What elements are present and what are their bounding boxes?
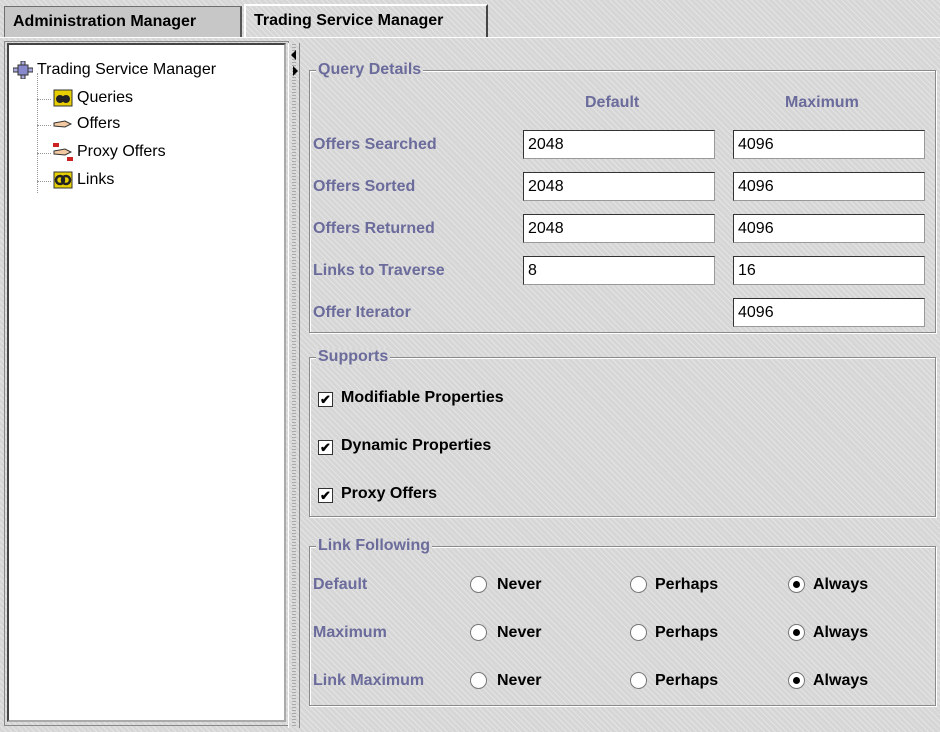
maximum-perhaps-radio[interactable] [630,624,647,641]
link-maximum-never-radio[interactable] [470,672,487,689]
tree-connector [37,125,51,126]
offers-returned-default-input[interactable]: 2048 [523,214,715,243]
default-always-radio[interactable] [788,576,805,593]
default-never-radio[interactable] [470,576,487,593]
offers-sorted-maximum-input[interactable]: 4096 [733,172,925,201]
offers-searched-default-input[interactable]: 2048 [523,130,715,159]
column-header-default: Default [585,94,640,111]
offers-hand-icon [53,120,73,128]
split-pane-divider[interactable] [288,43,300,728]
tree-connector [37,73,38,193]
radio-label: Perhaps [655,672,719,689]
network-icon [13,61,33,79]
radio-label: Always [813,672,869,689]
tree-item-label: Proxy Offers [77,143,166,160]
row-label: Maximum [313,624,387,641]
links-icon [53,171,73,189]
radio-label: Perhaps [655,576,719,593]
row-label: Link Maximum [313,672,425,689]
navigation-tree: Trading Service Manager Queries Offers P… [7,43,286,722]
row-label: Offers Searched [313,136,437,153]
proxy-offers-icon [53,143,73,161]
tab-trading-service-manager[interactable]: Trading Service Manager [244,4,488,37]
links-to-traverse-default-input[interactable]: 8 [523,256,715,285]
radio-label: Never [497,624,542,641]
proxy-offers-checkbox[interactable]: ✔ [318,488,333,503]
tree-item-label: Trading Service Manager [37,61,217,78]
queries-icon [53,89,73,107]
offers-searched-maximum-input[interactable]: 4096 [733,130,925,159]
tree-connector [37,181,51,182]
radio-label: Never [497,576,542,593]
dynamic-properties-checkbox[interactable]: ✔ [318,440,333,455]
default-perhaps-radio[interactable] [630,576,647,593]
tab-administration-manager[interactable]: Administration Manager [4,6,242,37]
tree-connector [37,99,51,100]
tree-item-offers[interactable]: Offers [53,115,120,133]
maximum-never-radio[interactable] [470,624,487,641]
checkbox-label: Proxy Offers [341,485,438,502]
link-maximum-always-radio[interactable] [788,672,805,689]
offer-iterator-maximum-input[interactable]: 4096 [733,298,925,327]
radio-label: Always [813,576,869,593]
tab-bar: Administration Manager Trading Service M… [0,0,940,37]
main-content: Trading Service Manager Queries Offers P… [0,37,940,732]
row-label: Offers Returned [313,220,435,237]
row-label: Offer Iterator [313,304,411,321]
offers-returned-maximum-input[interactable]: 4096 [733,214,925,243]
row-label: Links to Traverse [313,262,445,279]
radio-label: Always [813,624,869,641]
group-title: Link Following [316,537,432,555]
checkbox-label: Dynamic Properties [341,437,492,454]
row-label: Default [313,576,368,593]
row-label: Offers Sorted [313,178,416,195]
link-maximum-perhaps-radio[interactable] [630,672,647,689]
maximum-always-radio[interactable] [788,624,805,641]
tree-item-label: Queries [77,89,134,106]
tree-item-links[interactable]: Links [53,171,114,189]
tree-item-queries[interactable]: Queries [53,89,133,107]
group-title: Query Details [316,61,424,79]
collapse-left-arrow-icon[interactable] [291,50,296,60]
group-title: Supports [316,348,391,366]
tree-item-label: Offers [77,115,121,132]
radio-label: Never [497,672,542,689]
tree-item-label: Links [77,171,115,188]
modifiable-properties-checkbox[interactable]: ✔ [318,392,333,407]
checkbox-label: Modifiable Properties [341,389,504,406]
offers-sorted-default-input[interactable]: 2048 [523,172,715,201]
column-header-maximum: Maximum [785,94,859,111]
radio-label: Perhaps [655,624,719,641]
links-to-traverse-maximum-input[interactable]: 16 [733,256,925,285]
tree-item-root[interactable]: Trading Service Manager [13,61,216,79]
expand-right-arrow-icon[interactable] [293,66,298,76]
tree-connector [37,153,51,154]
tree-item-proxy-offers[interactable]: Proxy Offers [53,143,166,161]
